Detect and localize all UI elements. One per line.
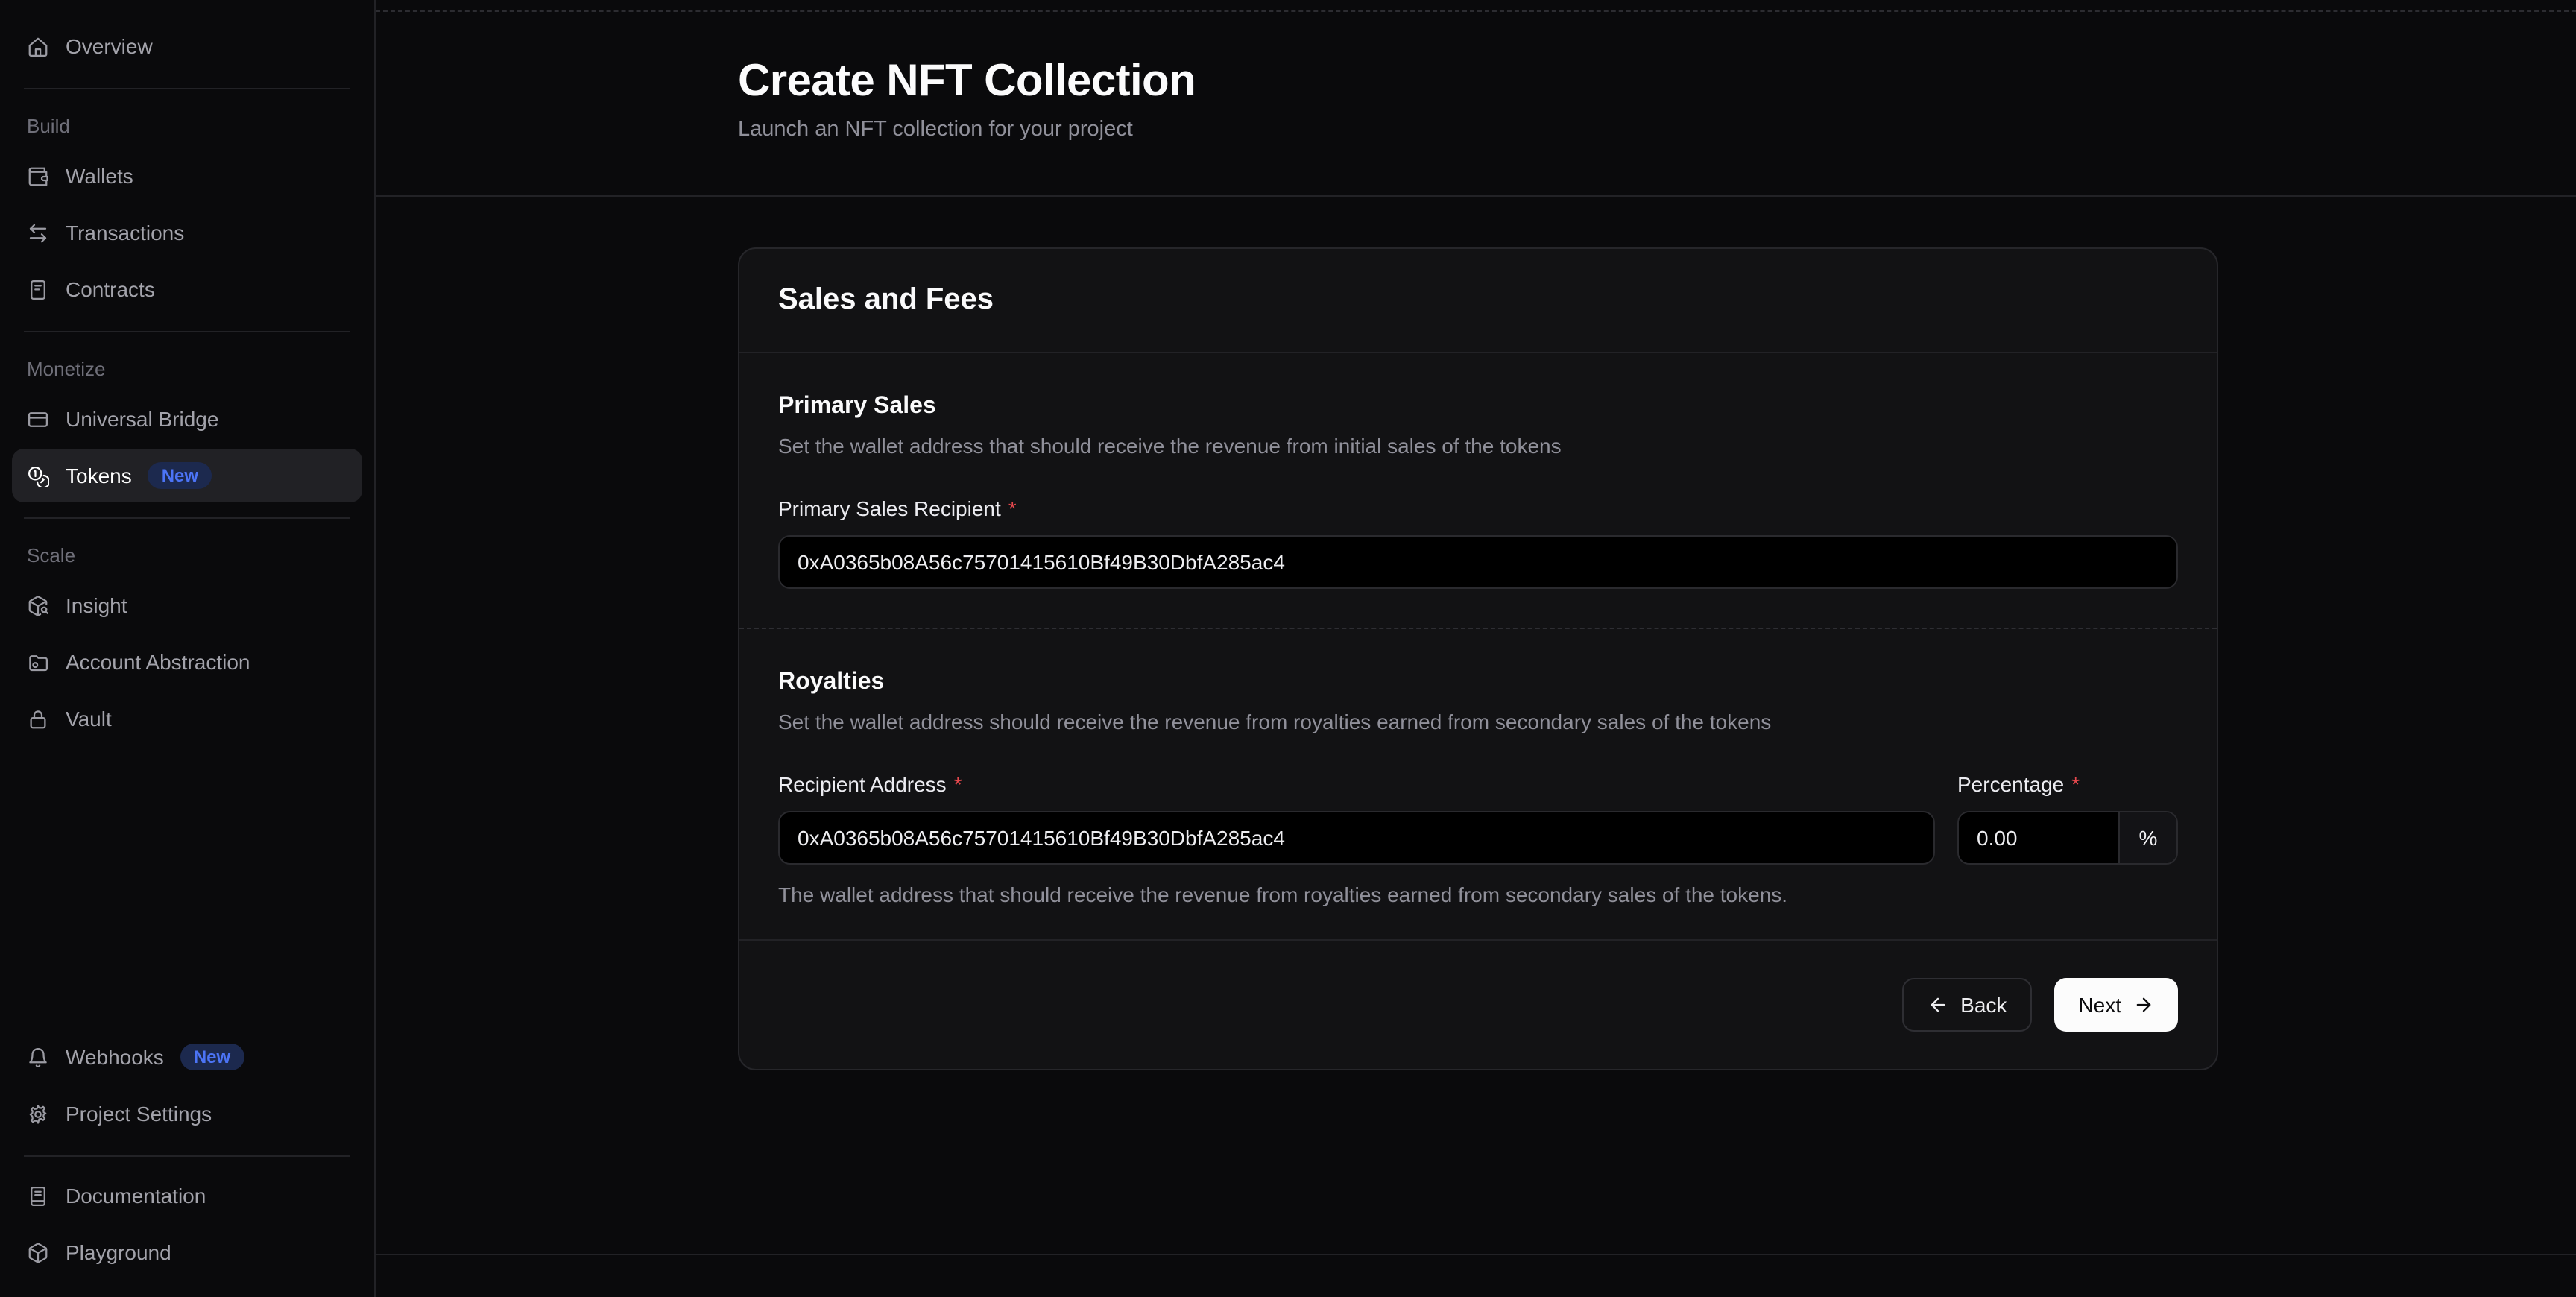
recipient-address-field: Recipient Address* xyxy=(778,769,1935,865)
sidebar-item-label: Wallets xyxy=(66,164,133,188)
percentage-input-group: % xyxy=(1957,811,2178,865)
sidebar-item-vault[interactable]: Vault xyxy=(12,692,362,745)
coins-icon xyxy=(27,464,49,487)
sidebar-item-label: Tokens xyxy=(66,464,132,487)
percentage-input[interactable] xyxy=(1959,812,2118,863)
book-icon xyxy=(27,1184,49,1207)
top-dashed-divider xyxy=(376,10,2576,12)
card-title: Sales and Fees xyxy=(739,249,2217,353)
percentage-field: Percentage* % xyxy=(1957,769,2178,865)
sidebar-section-scale: Scale xyxy=(12,544,362,567)
sidebar-item-label: Overview xyxy=(66,34,153,58)
next-button[interactable]: Next xyxy=(2054,978,2178,1032)
required-asterisk: * xyxy=(1008,496,1017,520)
primary-sales-recipient-label: Primary Sales Recipient* xyxy=(778,493,2178,523)
sidebar-item-documentation[interactable]: Documentation xyxy=(12,1169,362,1222)
divider xyxy=(24,331,350,332)
sidebar-item-insight[interactable]: Insight xyxy=(12,578,362,632)
app-root: Overview Build Wallets Transactions Cont… xyxy=(0,0,2576,1297)
bell-icon xyxy=(27,1046,49,1068)
sidebar-item-label: Webhooks xyxy=(66,1045,164,1069)
sidebar-item-contracts[interactable]: Contracts xyxy=(12,262,362,316)
sidebar-item-label: Transactions xyxy=(66,221,184,244)
gear-icon xyxy=(27,1102,49,1125)
primary-sales-recipient-input[interactable] xyxy=(778,535,2178,589)
royalties-heading: Royalties xyxy=(778,668,2178,698)
divider xyxy=(24,88,350,89)
primary-sales-description: Set the wallet address that should recei… xyxy=(778,431,2178,461)
wallet-icon xyxy=(27,165,49,187)
sidebar: Overview Build Wallets Transactions Cont… xyxy=(0,0,376,1297)
sidebar-item-webhooks[interactable]: Webhooks New xyxy=(12,1030,362,1084)
page-title: Create NFT Collection xyxy=(738,55,1196,109)
sidebar-item-overview[interactable]: Overview xyxy=(12,19,362,73)
card-footer: Back Next xyxy=(739,941,2217,1069)
sidebar-item-label: Project Settings xyxy=(66,1102,212,1126)
divider xyxy=(24,517,350,519)
sidebar-item-tokens[interactable]: Tokens New xyxy=(12,449,362,502)
sidebar-item-label: Insight xyxy=(66,593,127,617)
arrow-right-icon xyxy=(2133,994,2154,1015)
sidebar-item-transactions[interactable]: Transactions xyxy=(12,206,362,259)
cube-icon xyxy=(27,1241,49,1263)
primary-sales-heading: Primary Sales xyxy=(778,392,2178,422)
document-icon xyxy=(27,278,49,300)
new-badge: New xyxy=(180,1044,244,1070)
header-divider xyxy=(376,195,2576,197)
arrow-left-icon xyxy=(1928,994,1948,1015)
sidebar-item-wallets[interactable]: Wallets xyxy=(12,149,362,203)
sidebar-item-label: Playground xyxy=(66,1240,171,1264)
new-badge: New xyxy=(148,462,212,489)
back-button[interactable]: Back xyxy=(1902,978,2032,1032)
sidebar-item-playground[interactable]: Playground xyxy=(12,1225,362,1279)
percentage-label: Percentage* xyxy=(1957,769,2178,799)
divider xyxy=(24,1155,350,1157)
credit-card-icon xyxy=(27,408,49,430)
lock-icon xyxy=(27,707,49,730)
package-search-icon xyxy=(27,594,49,616)
sidebar-item-label: Vault xyxy=(66,707,112,730)
bottom-divider xyxy=(376,1254,2576,1255)
main-content: Create NFT Collection Launch an NFT coll… xyxy=(376,0,2576,1297)
royalties-fields-row: Recipient Address* Percentage* % xyxy=(778,769,2178,865)
sidebar-item-label: Contracts xyxy=(66,277,155,301)
primary-sales-section: Primary Sales Set the wallet address tha… xyxy=(739,353,2217,629)
sidebar-item-project-settings[interactable]: Project Settings xyxy=(12,1087,362,1140)
sidebar-spacer xyxy=(12,748,362,1030)
recipient-address-label: Recipient Address* xyxy=(778,769,1935,799)
recipient-address-input[interactable] xyxy=(778,811,1935,865)
sidebar-item-label: Universal Bridge xyxy=(66,407,218,431)
sidebar-item-label: Documentation xyxy=(66,1184,206,1208)
required-asterisk: * xyxy=(954,772,962,796)
sidebar-section-build: Build xyxy=(12,115,362,137)
royalties-description: Set the wallet address should receive th… xyxy=(778,707,2178,736)
sidebar-item-account-abstraction[interactable]: Account Abstraction xyxy=(12,635,362,689)
recipient-helper-text: The wallet address that should receive t… xyxy=(778,880,2178,909)
arrows-left-right-icon xyxy=(27,221,49,244)
sidebar-item-label: Account Abstraction xyxy=(66,650,250,674)
required-asterisk: * xyxy=(2071,772,2080,796)
home-icon xyxy=(27,35,49,57)
royalties-section: Royalties Set the wallet address should … xyxy=(739,629,2217,941)
sidebar-item-universal-bridge[interactable]: Universal Bridge xyxy=(12,392,362,446)
sidebar-section-monetize: Monetize xyxy=(12,358,362,380)
smart-wallet-icon xyxy=(27,651,49,673)
page-subtitle: Launch an NFT collection for your projec… xyxy=(738,118,1133,142)
percent-suffix: % xyxy=(2118,812,2176,863)
sales-and-fees-card: Sales and Fees Primary Sales Set the wal… xyxy=(738,247,2218,1070)
